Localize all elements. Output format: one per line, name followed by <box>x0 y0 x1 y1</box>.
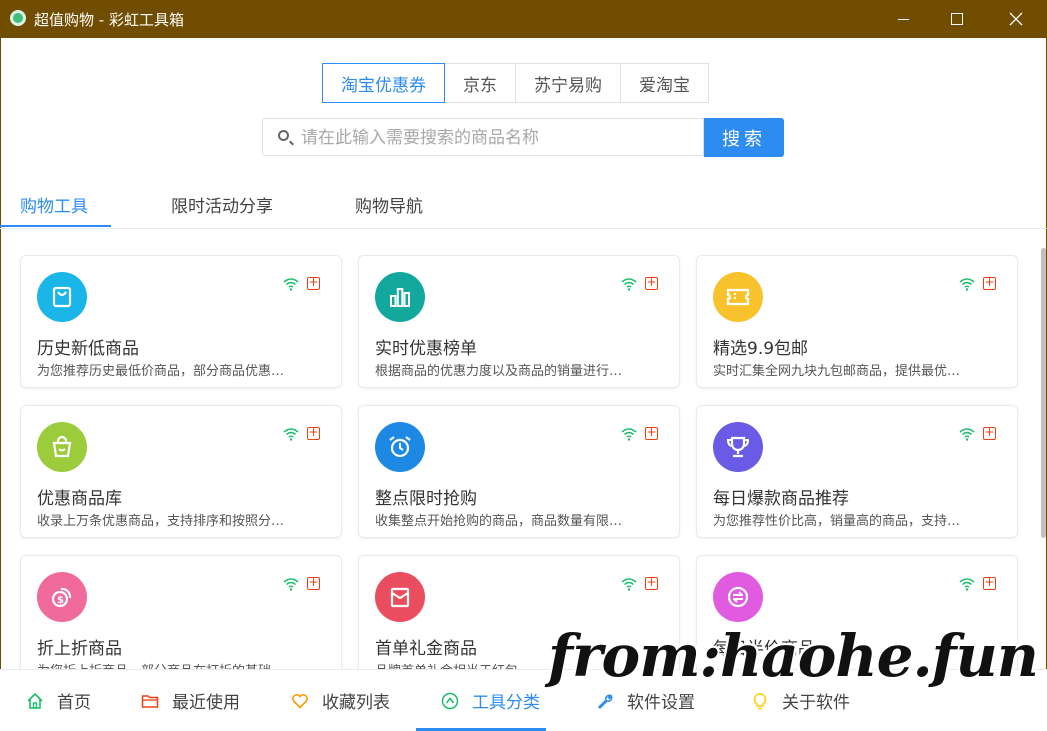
home-icon <box>25 691 45 711</box>
tool-card-grid: + 历史新低商品 为您推荐历史最低价商品，部分商品优惠… + 实时优惠榜单 根据… <box>0 229 1040 669</box>
watermark-text: from:haohe.fun <box>548 622 1039 690</box>
platform-tab-aitaobao[interactable]: 爱淘宝 <box>620 63 709 103</box>
content-tabs: 购物工具 限时活动分享 购物导航 <box>0 178 1047 229</box>
card-description: 收集整点开始抢购的商品，商品数量有限… <box>375 514 623 529</box>
platform-tabs: 淘宝优惠券 京东 苏宁易购 爱淘宝 <box>322 63 709 103</box>
tool-card-realtime-ranking[interactable]: + 实时优惠榜单 根据商品的优惠力度以及商品的销量进行… <box>358 255 680 388</box>
bulb-icon <box>750 691 770 711</box>
wifi-icon <box>959 428 975 441</box>
vertical-scrollbar[interactable] <box>1041 248 1046 538</box>
nav-label: 关于软件 <box>782 693 850 713</box>
svg-text:$: $ <box>57 595 64 606</box>
card-title: 每日爆款商品推荐 <box>713 489 849 509</box>
tool-card-history-low[interactable]: + 历史新低商品 为您推荐历史最低价商品，部分商品优惠… <box>20 255 342 388</box>
search-button[interactable]: 搜索 <box>704 118 784 157</box>
shopping-bag-icon <box>37 272 87 322</box>
nav-home[interactable]: 首页 <box>25 688 91 713</box>
wifi-icon <box>621 428 637 441</box>
card-title: 历史新低商品 <box>37 339 139 359</box>
tool-card-flash-sale[interactable]: + 整点限时抢购 收集整点开始抢购的商品，商品数量有限… <box>358 405 680 538</box>
search-box <box>262 118 704 156</box>
tab-flash-activities[interactable]: 限时活动分享 <box>171 192 273 217</box>
nav-label: 最近使用 <box>172 693 240 713</box>
card-description: 实时汇集全网九块九包邮商品，提供最优… <box>713 364 961 379</box>
add-favorite-icon[interactable]: + <box>307 576 320 590</box>
nav-settings[interactable]: 软件设置 <box>595 688 695 713</box>
minimize-icon <box>897 18 909 20</box>
add-favorite-icon[interactable]: + <box>307 276 320 290</box>
close-icon <box>1009 12 1023 26</box>
app-logo-icon <box>10 10 26 26</box>
card-description: 收录上万条优惠商品，支持排序和按照分… <box>37 514 285 529</box>
card-title: 整点限时抢购 <box>375 489 477 509</box>
card-description: 为您推荐性价比高，销量高的商品，支持… <box>713 514 961 529</box>
wifi-icon <box>621 578 637 591</box>
add-favorite-icon[interactable]: + <box>983 276 996 290</box>
wifi-icon <box>959 578 975 591</box>
active-tab-indicator <box>0 225 111 227</box>
alarm-clock-icon <box>375 422 425 472</box>
wifi-icon <box>283 278 299 291</box>
nav-label: 工具分类 <box>472 693 540 713</box>
maximize-icon <box>951 13 963 25</box>
card-title: 精选9.9包邮 <box>713 339 809 359</box>
nav-label: 首页 <box>57 693 91 713</box>
wifi-icon <box>621 278 637 291</box>
add-favorite-icon[interactable]: + <box>645 576 658 590</box>
title-bar[interactable]: 超值购物 - 彩虹工具箱 <box>0 0 1047 38</box>
tool-card-99-free-shipping[interactable]: + 精选9.9包邮 实时汇集全网九块九包邮商品，提供最优… <box>696 255 1018 388</box>
window-title: 超值购物 - 彩虹工具箱 <box>34 11 184 29</box>
nav-recent[interactable]: 最近使用 <box>140 688 240 713</box>
card-description: 为您折上折商品，部分商品在打折的基础… <box>37 660 327 669</box>
bar-chart-icon <box>375 272 425 322</box>
wifi-icon <box>283 578 299 591</box>
red-envelope-icon <box>375 572 425 622</box>
search-input[interactable] <box>299 123 693 153</box>
minimize-button[interactable] <box>880 0 926 38</box>
tab-shopping-nav[interactable]: 购物导航 <box>355 192 423 217</box>
tab-shopping-tools[interactable]: 购物工具 <box>20 192 88 217</box>
nav-tool-categories[interactable]: 工具分类 <box>440 688 540 713</box>
nav-about[interactable]: 关于软件 <box>750 688 850 713</box>
close-button[interactable] <box>993 0 1039 38</box>
add-favorite-icon[interactable]: + <box>645 276 658 290</box>
wifi-icon <box>283 428 299 441</box>
platform-tab-jd[interactable]: 京东 <box>444 63 516 103</box>
coins-icon: $ <box>37 572 87 622</box>
add-favorite-icon[interactable]: + <box>983 576 996 590</box>
add-favorite-icon[interactable]: + <box>645 426 658 440</box>
platform-tab-suning[interactable]: 苏宁易购 <box>515 63 621 103</box>
wifi-icon <box>959 278 975 291</box>
add-favorite-icon[interactable]: + <box>983 426 996 440</box>
heart-icon <box>290 691 310 711</box>
tool-card-coupon-library[interactable]: + 优惠商品库 收录上万条优惠商品，支持排序和按照分… <box>20 405 342 538</box>
nav-favorites[interactable]: 收藏列表 <box>290 688 390 713</box>
wrench-icon <box>595 691 615 711</box>
platform-tab-taobao-coupon[interactable]: 淘宝优惠券 <box>322 63 445 103</box>
nav-label: 收藏列表 <box>322 693 390 713</box>
folder-icon <box>140 691 160 711</box>
basket-icon <box>37 422 87 472</box>
card-description: 为您推荐历史最低价商品，部分商品优惠… <box>37 364 285 379</box>
tool-card-double-discount[interactable]: $ + 折上折商品 为您折上折商品，部分商品在打折的基础… <box>20 555 342 669</box>
maximize-button[interactable] <box>934 0 980 38</box>
tool-card-daily-hot[interactable]: + 每日爆款商品推荐 为您推荐性价比高，销量高的商品，支持… <box>696 405 1018 538</box>
card-title: 折上折商品 <box>37 639 122 659</box>
add-favorite-icon[interactable]: + <box>307 426 320 440</box>
trophy-icon <box>713 422 763 472</box>
card-description: 根据商品的优惠力度以及商品的销量进行… <box>375 364 623 379</box>
card-title: 优惠商品库 <box>37 489 122 509</box>
nav-label: 软件设置 <box>627 693 695 713</box>
search-icon <box>278 130 289 141</box>
card-title: 首单礼金商品 <box>375 639 477 659</box>
ticket-icon <box>713 272 763 322</box>
card-title: 实时优惠榜单 <box>375 339 477 359</box>
compass-icon <box>440 691 460 711</box>
half-price-icon <box>713 572 763 622</box>
